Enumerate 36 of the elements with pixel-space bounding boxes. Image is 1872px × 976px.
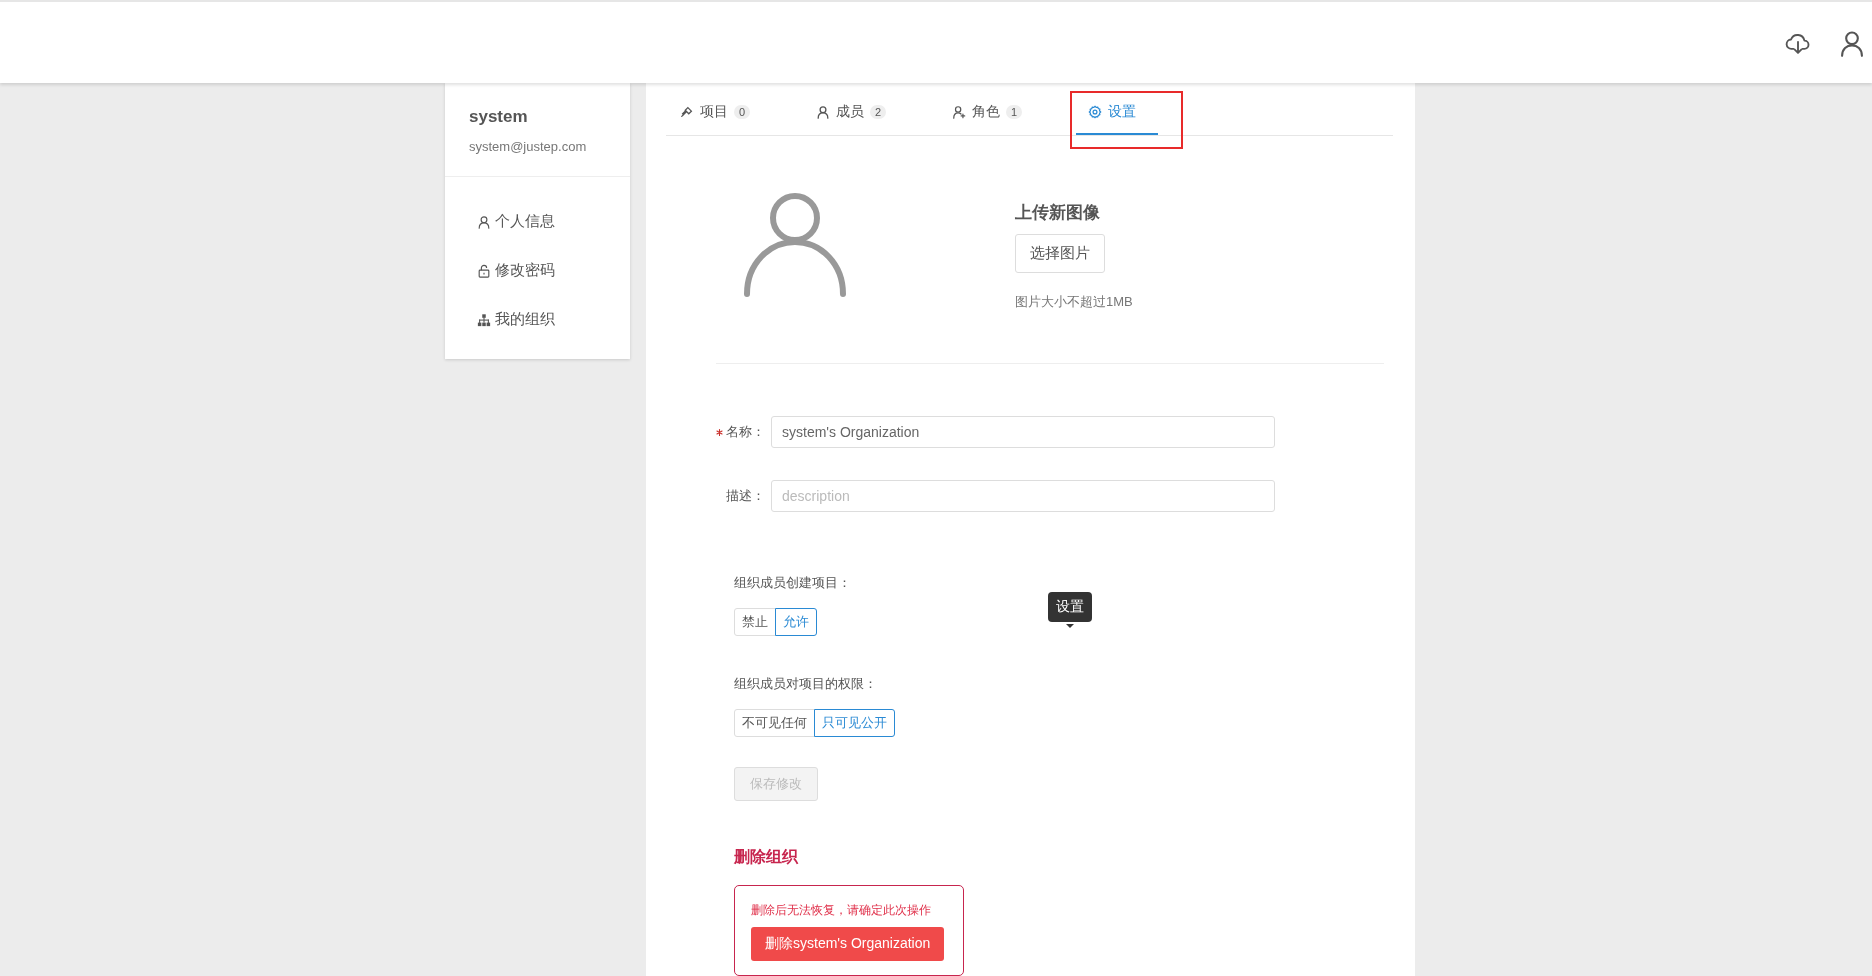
tab[interactable]: 设置 — [1074, 83, 1210, 133]
user-icon — [477, 214, 491, 229]
danger-title: 删除组织 — [734, 847, 799, 867]
field-label: 描述： — [726, 487, 765, 505]
sitemap-icon — [477, 312, 491, 327]
gear-icon — [1088, 105, 1102, 119]
segment-option[interactable]: 允许 — [775, 608, 817, 636]
permission-label: 组织成员创建项目： — [734, 574, 852, 592]
upload-hint: 图片大小不超过1MB — [1015, 293, 1133, 311]
tooltip-arrow — [1066, 624, 1074, 628]
tab[interactable]: 项目 0 — [666, 83, 802, 133]
tab[interactable]: 成员 2 — [802, 83, 938, 133]
segment-option[interactable]: 不可见任何 — [734, 709, 815, 737]
count-badge: 2 — [870, 105, 887, 119]
sidebar-item[interactable]: 个人信息 — [477, 212, 555, 231]
count-badge: 1 — [1006, 105, 1023, 119]
user-plus-icon — [952, 105, 966, 119]
input-field[interactable]: description — [771, 480, 1275, 512]
user-email: system@justep.com — [469, 139, 588, 154]
delete-button[interactable]: 删除system's Organization — [751, 927, 945, 961]
count-badge: 0 — [734, 105, 751, 119]
upload-title: 上传新图像 — [1015, 202, 1100, 224]
tab[interactable]: 角色 1 — [938, 83, 1074, 133]
sidebar-item[interactable]: 修改密码 — [477, 261, 555, 280]
segment-option[interactable]: 只可见公开 — [814, 709, 895, 737]
user-icon — [816, 105, 830, 119]
warning-text: 删除后无法恢复，请确定此次操作 — [751, 902, 932, 919]
field-label: 名称： — [726, 423, 765, 441]
permission-label: 组织成员对项目的权限： — [734, 675, 878, 693]
choose-image-button[interactable]: 选择图片 — [1015, 234, 1105, 273]
sidebar-item[interactable]: 我的组织 — [477, 310, 555, 329]
input-field[interactable]: system's Organization — [771, 416, 1275, 448]
user-name: system — [469, 107, 529, 127]
segment-option[interactable]: 禁止 — [734, 608, 776, 636]
lock-icon — [477, 263, 491, 278]
tooltip: 设置 — [1048, 592, 1092, 622]
